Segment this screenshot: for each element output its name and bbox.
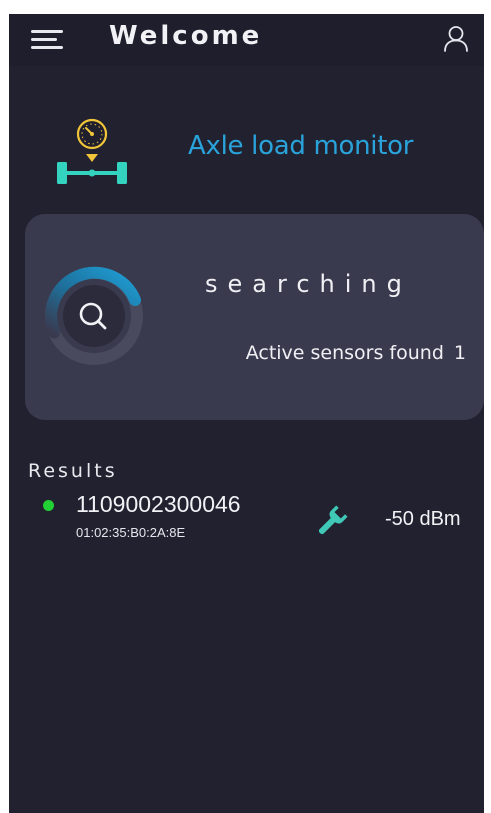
search-progress-spinner	[45, 266, 143, 365]
search-status-text: searching	[205, 270, 412, 298]
signal-strength: -50 dBm	[385, 508, 461, 530]
hamburger-menu-icon[interactable]	[31, 28, 63, 52]
sensor-mac-address: 01:02:35:B0:2A:8E	[76, 525, 186, 540]
top-bar: Welcome	[9, 14, 484, 66]
sensor-id: 1109002300046	[76, 491, 241, 517]
active-sensors-row: Active sensors found 1	[246, 342, 466, 364]
page-title: Welcome	[109, 21, 263, 51]
sensor-result-item[interactable]: 1109002300046 01:02:35:B0:2A:8E -50 dBm	[9, 488, 484, 552]
wrench-icon[interactable]	[314, 503, 350, 539]
connection-status-dot	[43, 500, 54, 511]
app-brand-title: Axle load monitor	[188, 131, 414, 161]
user-icon[interactable]	[443, 25, 469, 53]
app-screen: Welcome Axle load monitor searching Acti…	[9, 14, 484, 813]
results-heading: Results	[28, 460, 118, 482]
active-sensors-count: 1	[453, 342, 466, 364]
active-sensors-label: Active sensors found	[245, 342, 444, 364]
search-status-card: searching Active sensors found 1	[25, 214, 484, 420]
axle-gauge-icon	[57, 118, 127, 184]
